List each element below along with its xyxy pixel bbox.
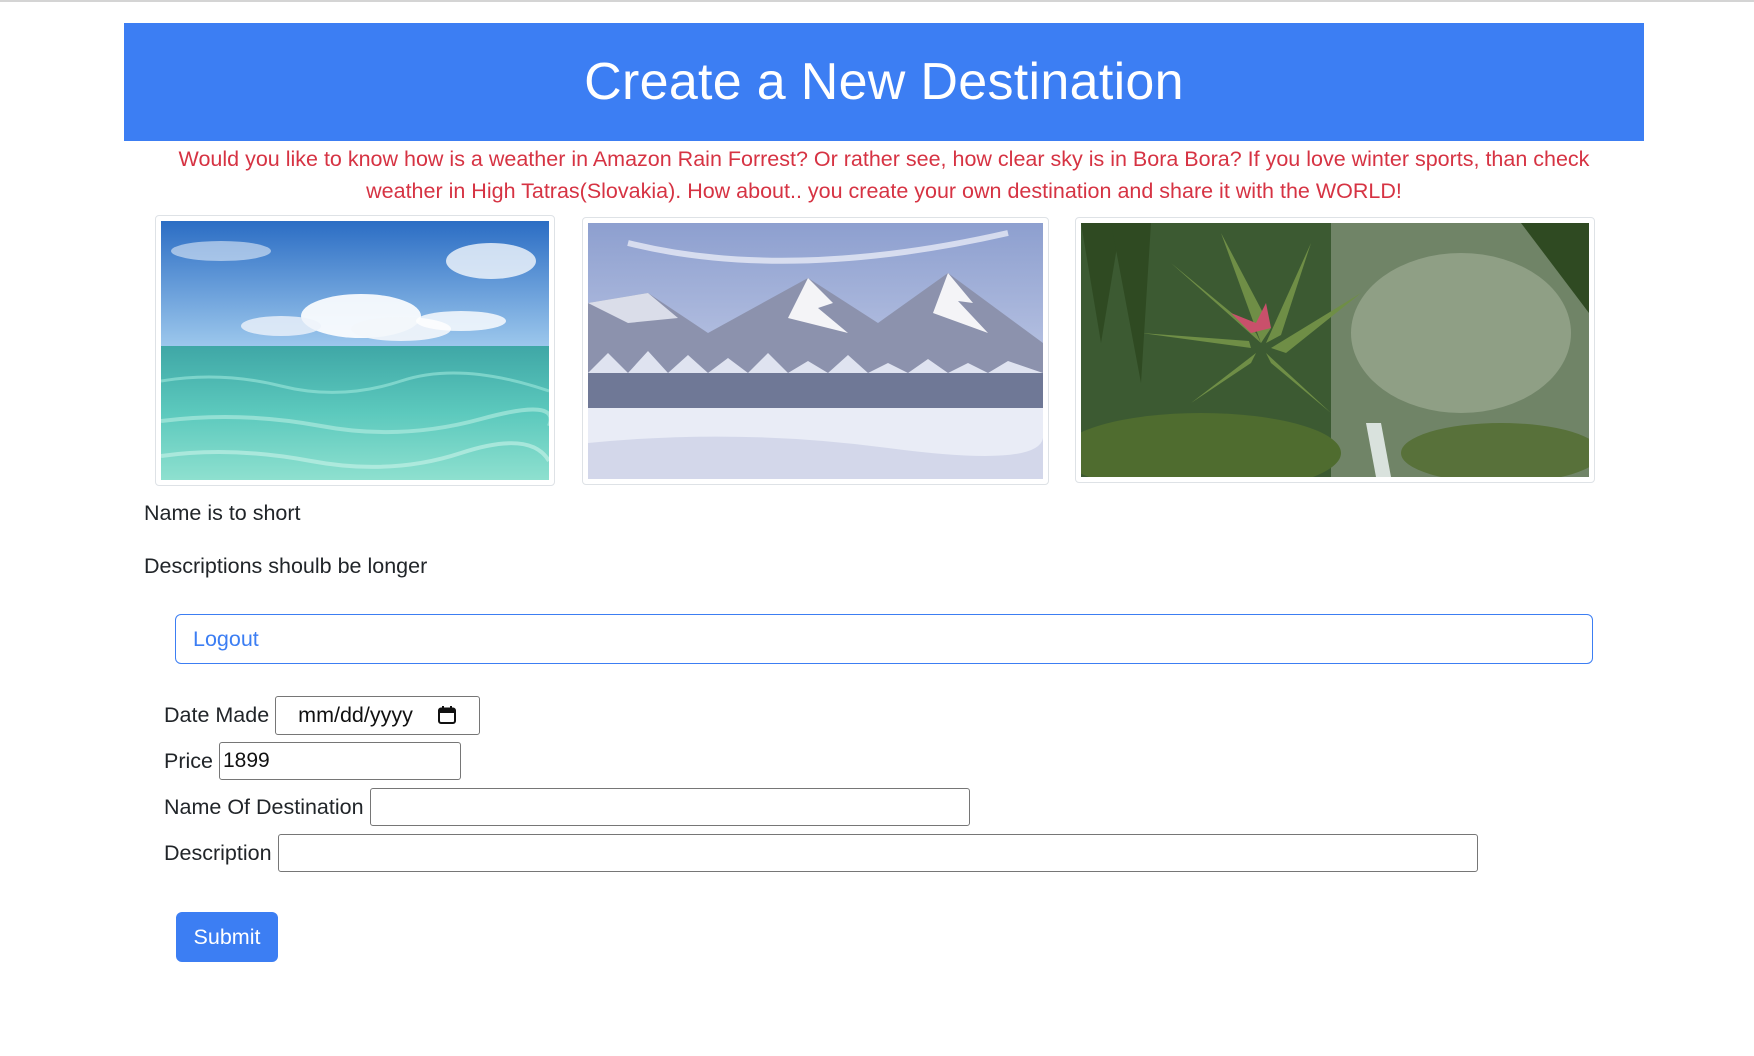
destination-name-input[interactable] xyxy=(369,788,970,826)
name-error-message: Name is to short xyxy=(144,501,301,525)
image-mountains xyxy=(582,217,1049,485)
page-header: Create a New Destination xyxy=(124,23,1644,141)
description-error-message: Descriptions shoulb be longer xyxy=(144,554,428,578)
image-rainforest xyxy=(1075,217,1595,483)
submit-button[interactable]: Submit xyxy=(176,912,278,962)
page-title: Create a New Destination xyxy=(584,53,1184,111)
rainforest-picture xyxy=(1081,223,1589,477)
date-placeholder: mm/dd/yyyy xyxy=(298,702,413,727)
window-top-border xyxy=(0,0,1754,2)
date-made-label: Date Made xyxy=(164,702,270,727)
description-label: Description xyxy=(164,840,272,865)
mountains-picture xyxy=(588,223,1043,479)
description-row: Description xyxy=(164,834,1478,872)
price-input[interactable] xyxy=(218,742,461,780)
date-made-row: Date Made mm/dd/yyyy xyxy=(164,695,481,735)
price-label: Price xyxy=(164,748,213,773)
destination-name-row: Name Of Destination xyxy=(164,788,970,826)
logout-button[interactable]: Logout xyxy=(175,614,1593,664)
price-row: Price xyxy=(164,742,461,780)
image-ocean xyxy=(155,215,555,486)
calendar-icon[interactable] xyxy=(437,705,457,725)
destination-name-label: Name Of Destination xyxy=(164,794,364,819)
description-input[interactable] xyxy=(277,834,1478,872)
date-made-input[interactable]: mm/dd/yyyy xyxy=(275,695,481,735)
intro-text: Would you like to know how is a weather … xyxy=(178,147,1590,203)
ocean-picture xyxy=(161,221,549,480)
